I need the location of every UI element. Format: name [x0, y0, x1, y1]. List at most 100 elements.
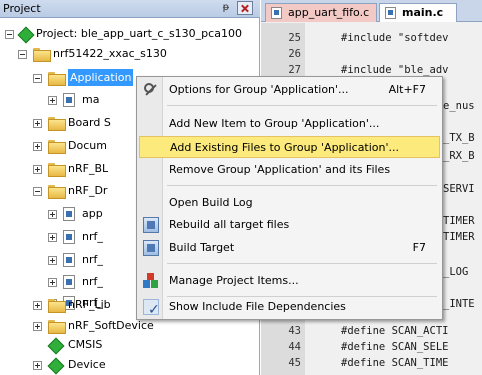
code-line[interactable]: _TX_B	[443, 132, 475, 144]
tree-item-file[interactable]: nrf_	[0, 251, 140, 269]
menu-item-open-build-log[interactable]: Open Build Log	[139, 192, 440, 214]
menu-item-shortcut: Alt+F7	[388, 83, 426, 96]
tree-item-label: Device	[68, 358, 106, 371]
menu-item-label: Build Target	[169, 241, 235, 254]
expand-icon[interactable]	[48, 96, 57, 105]
manage-project-items-icon	[143, 273, 159, 289]
expand-icon[interactable]	[33, 119, 42, 128]
expand-icon[interactable]	[48, 256, 57, 265]
tree-item-target[interactable]: nrf51422_xxac_s130	[0, 45, 260, 63]
project-icon	[18, 27, 32, 41]
cmsis-component-icon	[48, 338, 62, 352]
tab-main-c[interactable]: main.c	[379, 3, 457, 22]
expand-icon[interactable]	[33, 142, 42, 151]
menu-item-add-existing-files[interactable]: Add Existing Files to Group 'Application…	[139, 136, 440, 158]
tree-item-label: nrf_	[82, 275, 103, 288]
tree-item-label: Application	[68, 69, 134, 86]
menu-item-manage-project-items[interactable]: Manage Project Items...	[139, 270, 440, 292]
menu-item-rebuild-all[interactable]: Rebuild all target files	[139, 214, 440, 236]
tree-item-nrf-dr[interactable]: nRF_Dr	[0, 182, 140, 200]
expand-icon[interactable]	[48, 278, 57, 287]
menu-item-label: Show Include File Dependencies	[169, 300, 346, 313]
expand-icon[interactable]	[33, 165, 42, 174]
menu-item-options-for-group[interactable]: Options for Group 'Application'... Alt+F…	[139, 79, 440, 101]
menu-item-label: Rebuild all target files	[169, 218, 290, 231]
tab-label: main.c	[402, 6, 444, 19]
menu-item-show-include-dependencies[interactable]: ✓ Show Include File Dependencies	[139, 296, 440, 318]
tree-item-nrf-lib[interactable]: nRF_Lib	[0, 296, 140, 314]
collapse-icon[interactable]	[5, 30, 14, 39]
context-menu: Options for Group 'Application'... Alt+F…	[136, 76, 443, 320]
line-number: 27	[288, 64, 301, 76]
tree-item-label: CMSIS	[68, 338, 103, 351]
menu-item-remove-group[interactable]: Remove Group 'Application' and its Files	[139, 159, 440, 181]
tree-item-label: ma	[82, 93, 100, 106]
tree-item-project-root[interactable]: Project: ble_app_uart_c_s130_pca100	[0, 25, 260, 43]
code-line[interactable]: #include "softdev	[341, 32, 448, 44]
code-line[interactable]: TIMER	[443, 231, 475, 243]
tree-item-docum[interactable]: Docum	[0, 137, 140, 155]
tree-item-file[interactable]: nrf_	[0, 273, 140, 291]
tree-item-label: nrf_	[82, 253, 103, 266]
checkmark-box: ✓	[143, 299, 160, 318]
code-line[interactable]: _RX_B	[443, 150, 475, 162]
code-line[interactable]: TIMER	[443, 215, 475, 227]
c-file-icon	[271, 7, 282, 19]
code-line[interactable]: #define SCAN_SELE	[341, 341, 448, 353]
code-line[interactable]: _INTE	[443, 298, 475, 310]
tree-item-application[interactable]: Application	[0, 69, 140, 87]
close-panel-icon[interactable]	[237, 1, 253, 15]
code-line[interactable]: #include "ble_adv	[341, 64, 448, 76]
menu-item-label: Options for Group 'Application'...	[169, 83, 349, 96]
menu-item-label: Add New Item to Group 'Application'...	[169, 117, 380, 130]
tree-item-file[interactable]: ma	[0, 91, 140, 109]
rebuild-icon	[143, 217, 159, 233]
menu-separator	[167, 185, 437, 186]
expand-icon[interactable]	[33, 301, 42, 310]
tree-item-device[interactable]: Device	[0, 356, 260, 374]
pin-icon[interactable]: ᵽ	[219, 1, 233, 15]
folder-icon	[48, 140, 66, 154]
collapse-icon[interactable]	[33, 187, 42, 196]
expand-icon[interactable]	[48, 233, 57, 242]
tree-item-file[interactable]: nrf_	[0, 228, 140, 246]
c-file-icon	[63, 207, 75, 221]
expand-icon[interactable]	[33, 322, 42, 331]
c-file-icon	[63, 253, 75, 267]
menu-item-shortcut: F7	[412, 241, 426, 254]
folder-icon	[48, 163, 66, 177]
code-line[interactable]: _LOG	[443, 266, 468, 278]
menu-item-add-new-item[interactable]: Add New Item to Group 'Application'...	[139, 113, 440, 135]
options-wand-icon	[143, 82, 159, 98]
folder-icon	[48, 72, 66, 86]
folder-icon	[48, 299, 66, 313]
tree-item-nrf-bl[interactable]: nRF_BL	[0, 160, 140, 178]
tree-item-label: Project: ble_app_uart_c_s130_pca100	[36, 27, 242, 40]
project-panel-title: Project	[3, 2, 41, 15]
expand-icon[interactable]	[33, 361, 42, 370]
menu-item-label: Open Build Log	[169, 196, 253, 209]
code-line[interactable]: SERVI	[443, 183, 475, 195]
target-icon	[33, 48, 51, 62]
collapse-icon[interactable]	[33, 74, 42, 83]
tree-item-file[interactable]: app	[0, 205, 140, 223]
tab-app-uart-fifo[interactable]: app_uart_fifo.c	[265, 3, 377, 22]
code-line[interactable]: #define SCAN_TIME	[341, 357, 448, 369]
collapse-icon[interactable]	[18, 50, 27, 59]
tab-label: app_uart_fifo.c	[288, 6, 370, 19]
tree-item-label: app	[82, 207, 103, 220]
device-component-icon	[48, 358, 62, 372]
code-line[interactable]: #define SCAN_ACTI	[341, 325, 448, 337]
expand-icon[interactable]	[48, 210, 57, 219]
menu-item-build-target[interactable]: Build Target F7	[139, 237, 440, 259]
checkmark-icon: ✓	[148, 302, 160, 318]
folder-icon	[48, 117, 66, 131]
menu-separator	[167, 263, 437, 264]
code-line[interactable]: e_nus	[443, 100, 475, 112]
c-file-icon	[385, 7, 396, 19]
tree-item-board[interactable]: Board S	[0, 114, 140, 132]
tree-item-label: Board S	[68, 116, 111, 129]
tree-item-cmsis[interactable]: CMSIS	[0, 336, 260, 354]
menu-item-label: Remove Group 'Application' and its Files	[169, 163, 391, 176]
c-file-icon	[63, 275, 75, 289]
